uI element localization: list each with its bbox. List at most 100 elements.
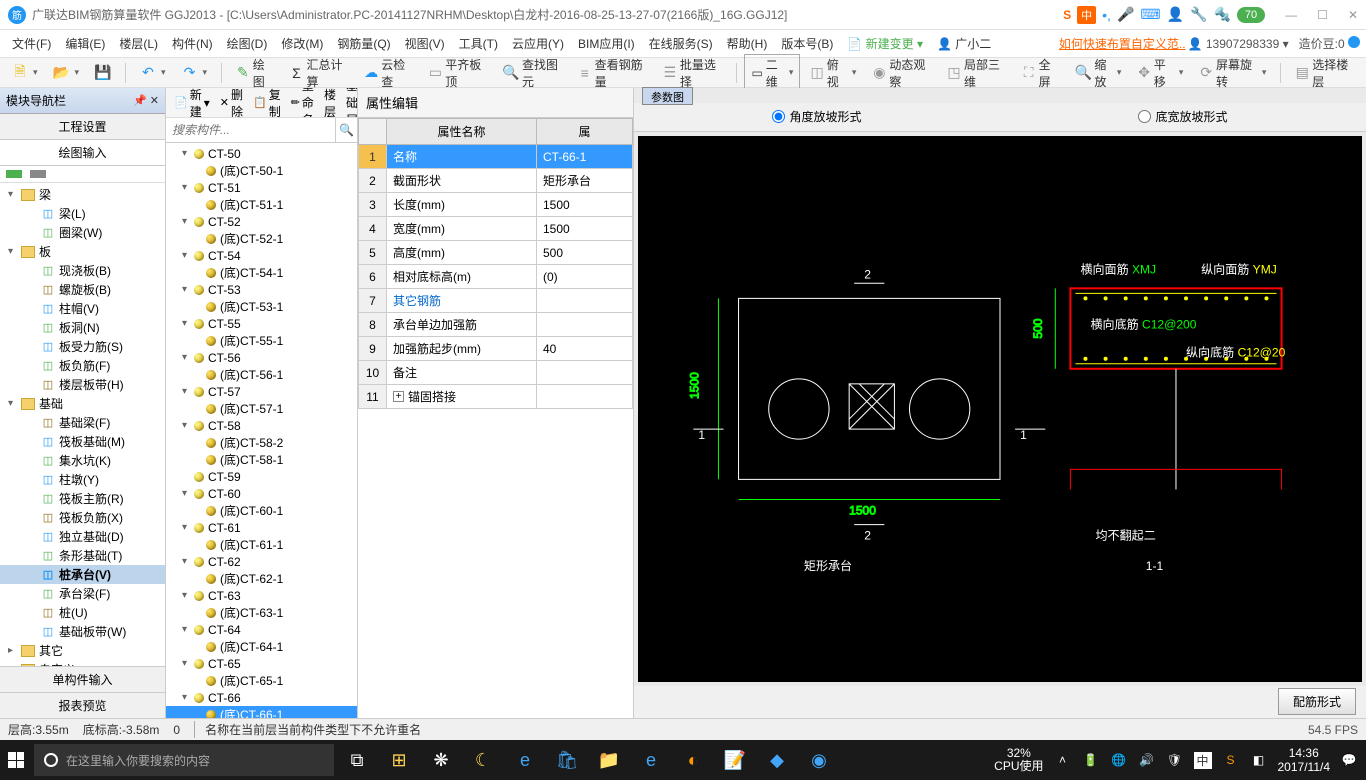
ct-base[interactable]: 基础层▾ [342, 88, 357, 118]
ct-copy[interactable]: 📋复制 [249, 88, 285, 118]
start-button[interactable] [8, 752, 24, 768]
clock[interactable]: 14:362017/11/4 [1278, 746, 1331, 775]
tb-app-2[interactable]: ❋ [422, 744, 460, 776]
rebar-form-button[interactable]: 配筋形式 [1278, 688, 1356, 715]
comp-child[interactable]: (底)CT-62-1 [166, 570, 357, 587]
nav-item[interactable]: ◫圈梁(W) [0, 223, 165, 242]
nav-tree[interactable]: ▾梁◫梁(L)◫圈梁(W)▾板◫现浇板(B)◫螺旋板(B)◫柱帽(V)◫板洞(N… [0, 183, 165, 666]
prop-row[interactable]: 8承台单边加强筋 [359, 313, 633, 337]
tb-app-6[interactable]: ◆ [758, 744, 796, 776]
search-button[interactable]: 🔍 [335, 118, 357, 142]
tray-sogou-icon[interactable]: S [1222, 753, 1240, 767]
nav-item[interactable]: ◫筏板主筋(R) [0, 489, 165, 508]
tray-up-icon[interactable]: ˄ [1054, 753, 1072, 767]
comp-node[interactable]: ▾CT-58 [166, 417, 357, 434]
comp-node[interactable]: ▾CT-65 [166, 655, 357, 672]
nav-pin-icon[interactable]: 📌 ✕ [133, 94, 159, 107]
nav-item[interactable]: ◫条形基础(T) [0, 546, 165, 565]
prop-row[interactable]: 6相对底标高(m)(0) [359, 265, 633, 289]
ct-floor[interactable]: 楼层 [320, 88, 340, 118]
tb-undo[interactable]: ↶▾ [134, 62, 172, 84]
prop-row[interactable]: 2截面形状矩形承台 [359, 169, 633, 193]
comp-child[interactable]: (底)CT-51-1 [166, 196, 357, 213]
phone-label[interactable]: 👤 13907298339 ▾ [1188, 37, 1289, 51]
comp-node[interactable]: ▾CT-57 [166, 383, 357, 400]
tb-app-3[interactable]: ☾ [464, 744, 502, 776]
nav-item[interactable]: ◫螺旋板(B) [0, 280, 165, 299]
tb-explorer-icon[interactable]: 📁 [590, 744, 628, 776]
prop-row[interactable]: 5高度(mm)500 [359, 241, 633, 265]
tb-app-4[interactable]: ◐ [674, 744, 712, 776]
nav-item[interactable]: ◫楼层板带(H) [0, 375, 165, 394]
nav-item[interactable]: ◫柱帽(V) [0, 299, 165, 318]
nav-item[interactable]: ◫承台梁(F) [0, 584, 165, 603]
comp-child[interactable]: (底)CT-52-1 [166, 230, 357, 247]
prop-row[interactable]: 7其它钢筋 [359, 289, 633, 313]
nav-item[interactable]: ◫现浇板(B) [0, 261, 165, 280]
tray-net-icon[interactable]: 🌐 [1110, 753, 1128, 767]
component-tree[interactable]: ▾CT-50(底)CT-50-1▾CT-51(底)CT-51-1▾CT-52(底… [166, 143, 357, 718]
nav-group[interactable]: ▾基础 [0, 394, 165, 413]
ime-wrench-icon[interactable]: 🔩 [1213, 6, 1230, 23]
comp-child[interactable]: (底)CT-58-1 [166, 451, 357, 468]
comp-child[interactable]: (底)CT-64-1 [166, 638, 357, 655]
comp-child[interactable]: (底)CT-55-1 [166, 332, 357, 349]
comp-node[interactable]: ▾CT-51 [166, 179, 357, 196]
ime-lang-badge[interactable]: 中 [1077, 6, 1096, 24]
tb-cloud[interactable]: ☁云检查 [358, 53, 418, 93]
tb-ie-icon[interactable]: e [632, 744, 670, 776]
task-view-icon[interactable]: ⧉ [338, 744, 376, 776]
nav-item[interactable]: ◫筏板基础(M) [0, 432, 165, 451]
menu-floor[interactable]: 楼层(L) [113, 31, 164, 56]
comp-node[interactable]: ▾CT-55 [166, 315, 357, 332]
tb-flat[interactable]: ▭平齐板顶 [422, 53, 493, 93]
nav-item[interactable]: ◫柱墩(Y) [0, 470, 165, 489]
tb-find[interactable]: 🔍查找图元 [497, 53, 568, 93]
prop-row[interactable]: 10备注 [359, 361, 633, 385]
tb-sum[interactable]: Σ汇总计算 [284, 53, 355, 93]
nav-item[interactable]: ◫板受力筋(S) [0, 337, 165, 356]
tb-selfloor[interactable]: ▤选择楼层 [1289, 53, 1360, 93]
comp-node[interactable]: ▾CT-50 [166, 145, 357, 162]
nav-item[interactable]: ◫板负筋(F) [0, 356, 165, 375]
nav-item[interactable]: ◫独立基础(D) [0, 527, 165, 546]
tb-draw[interactable]: ✎绘图 [230, 53, 280, 93]
nav-item[interactable]: ◫桩(U) [0, 603, 165, 622]
nav-item[interactable]: ◫桩承台(V) [0, 565, 165, 584]
tb-viewrebar[interactable]: ≡查看钢筋量 [572, 53, 653, 93]
comp-node[interactable]: ▾CT-61 [166, 519, 357, 536]
property-table[interactable]: 属性名称 属 1名称CT-66-12截面形状矩形承台3长度(mm)15004宽度… [358, 118, 633, 409]
tray-ime[interactable]: 中 [1194, 752, 1212, 769]
nav-tab-project[interactable]: 工程设置 [0, 114, 165, 140]
tb-local3d[interactable]: ◳局部三维 [941, 53, 1012, 93]
menu-component[interactable]: 构件(N) [166, 31, 219, 56]
nav-item[interactable]: ◫梁(L) [0, 204, 165, 223]
comp-node[interactable]: ▾CT-54 [166, 247, 357, 264]
ime-mic-icon[interactable]: 🎤 [1117, 6, 1134, 23]
tb-app-7[interactable]: ◉ [800, 744, 838, 776]
comp-child[interactable]: (底)CT-65-1 [166, 672, 357, 689]
hot-link[interactable]: 如何快速布置自定义范.. [1059, 35, 1186, 52]
ime-punct-icon[interactable]: •, [1102, 7, 1111, 23]
prop-row[interactable]: 11+锚固搭接 [359, 385, 633, 409]
nav-tab-draw[interactable]: 绘图输入 [0, 140, 165, 166]
nav-item[interactable]: ◫筏板负筋(X) [0, 508, 165, 527]
tb-dyn[interactable]: ◉动态观察 [866, 53, 937, 93]
comp-node[interactable]: ▾CT-60 [166, 485, 357, 502]
radio-width-slope[interactable]: 底宽放坡形式 [1138, 108, 1227, 125]
comp-node[interactable]: CT-59 [166, 468, 357, 485]
tb-edge-icon[interactable]: e [506, 744, 544, 776]
prop-row[interactable]: 1名称CT-66-1 [359, 145, 633, 169]
ime-user-icon[interactable]: 👤 [1167, 6, 1184, 23]
comp-node[interactable]: ▾CT-66 [166, 689, 357, 706]
nav-item[interactable]: ◫板洞(N) [0, 318, 165, 337]
tray-vol-icon[interactable]: 🔊 [1138, 753, 1156, 767]
comp-node[interactable]: ▾CT-56 [166, 349, 357, 366]
comp-child[interactable]: (底)CT-54-1 [166, 264, 357, 281]
tb-store-icon[interactable]: 🛍 [548, 744, 586, 776]
nav-item[interactable]: ◫集水坑(K) [0, 451, 165, 470]
comp-node[interactable]: ▾CT-52 [166, 213, 357, 230]
comp-child[interactable]: (底)CT-50-1 [166, 162, 357, 179]
tb-rot[interactable]: ⟳屏幕旋转▾ [1193, 53, 1272, 93]
prop-row[interactable]: 9加强筋起步(mm)40 [359, 337, 633, 361]
